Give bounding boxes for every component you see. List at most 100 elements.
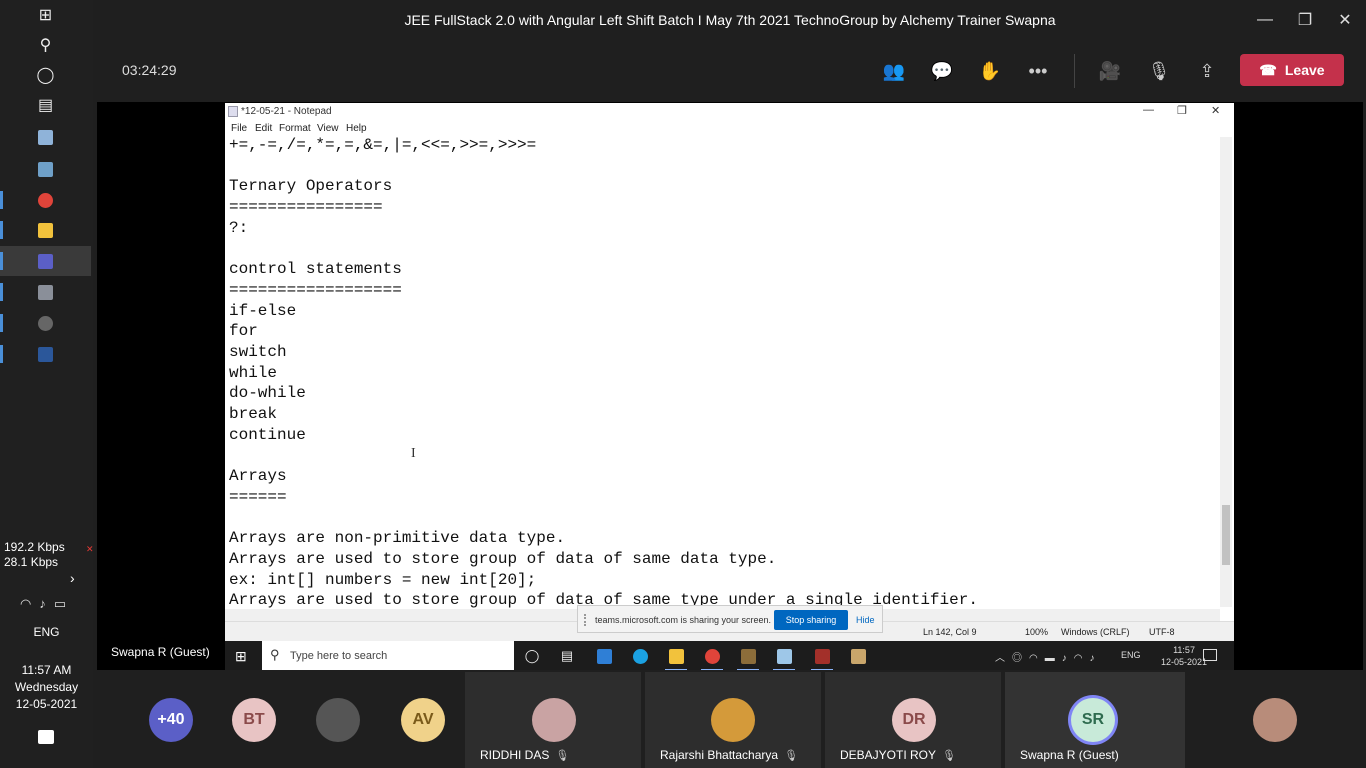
close-icon[interactable]: ✕ xyxy=(86,542,94,557)
leave-button[interactable]: ☎ Leave xyxy=(1240,54,1344,86)
avatar: DR xyxy=(892,698,936,742)
stop-sharing-button[interactable]: Stop sharing xyxy=(774,610,848,630)
app-icon[interactable] xyxy=(737,647,759,670)
title-bar: JEE FullStack 2.0 with Angular Left Shif… xyxy=(94,0,1366,40)
settings-app-icon[interactable] xyxy=(0,277,91,307)
avatar: BT xyxy=(232,698,276,742)
toolbar-divider xyxy=(1074,54,1075,88)
text-line: ?: xyxy=(229,218,249,237)
teams-app-icon[interactable] xyxy=(0,246,91,276)
edge-icon[interactable] xyxy=(631,647,649,665)
cortana-icon[interactable]: ◯ xyxy=(0,60,91,90)
drag-handle-icon[interactable] xyxy=(584,614,590,626)
search-placeholder: Type here to search xyxy=(290,650,388,662)
presenter-name: Swapna R (Guest) xyxy=(111,645,210,659)
text-line xyxy=(229,156,1219,177)
encoding: UTF-8 xyxy=(1149,627,1175,637)
mic-off-icon[interactable]: 🎙 xyxy=(1146,58,1172,84)
text-line: ex: int[] numbers = new int[20]; xyxy=(229,570,537,589)
cursor-position: Ln 142, Col 9 xyxy=(923,627,977,637)
avatar: SR xyxy=(1071,698,1115,742)
close-window-icon[interactable]: ✕ xyxy=(1330,8,1360,32)
notification-icon[interactable] xyxy=(1203,649,1217,661)
vertical-scrollbar[interactable] xyxy=(1220,137,1232,607)
search-icon[interactable]: ⚲ xyxy=(0,30,91,60)
task-view-icon[interactable]: ▤ xyxy=(558,647,576,665)
archive-app-icon[interactable] xyxy=(811,647,833,670)
language-indicator[interactable]: ENG xyxy=(1121,650,1141,660)
chevron-right-icon[interactable]: › xyxy=(70,570,75,586)
hide-button[interactable]: Hide xyxy=(856,615,875,625)
menu-help[interactable]: Help xyxy=(346,123,367,134)
system-clock[interactable]: 11:57 12-05-2021 xyxy=(1161,644,1207,668)
file-explorer-icon[interactable] xyxy=(665,647,687,670)
app-icon[interactable] xyxy=(0,308,91,338)
minimize-icon[interactable]: — xyxy=(1143,104,1154,116)
shared-taskbar: ⊞ ⚲ Type here to search ◯ ▤ ︿◎◠▬♪◠♪ ENG … xyxy=(225,641,1234,670)
more-actions-icon[interactable]: ••• xyxy=(1025,58,1051,84)
mic-muted-icon: 🎙 xyxy=(942,750,956,762)
participant-tile[interactable]: RIDDHI DAS 🎙 xyxy=(465,672,641,768)
windows-start-icon[interactable]: ⊞ xyxy=(235,648,247,665)
left-taskbar: ⊞ ⚲ ◯ ▤ 192.2 Kbps 28.1 Kbps ✕ › ◠♪▭ ENG… xyxy=(0,0,94,768)
chat-icon[interactable]: 💬 xyxy=(929,58,955,84)
avatar: +40 xyxy=(149,698,193,742)
phone-icon: ☎ xyxy=(1259,61,1277,78)
menu-edit[interactable]: Edit xyxy=(255,123,272,134)
window-title: JEE FullStack 2.0 with Angular Left Shif… xyxy=(404,12,1056,28)
text-line: for xyxy=(229,322,258,341)
notepad-title: *12-05-21 - Notepad xyxy=(241,106,332,117)
language-indicator[interactable]: ENG xyxy=(0,625,93,639)
text-line: switch xyxy=(229,343,287,362)
camera-app-icon[interactable] xyxy=(0,122,91,152)
notification-icon[interactable] xyxy=(38,730,54,744)
cortana-icon[interactable]: ◯ xyxy=(523,647,541,665)
maximize-icon[interactable]: ❐ xyxy=(1177,104,1187,117)
share-screen-icon[interactable]: ⇪ xyxy=(1194,58,1220,84)
participant-name: RIDDHI DAS 🎙 xyxy=(480,748,570,762)
participant-tile[interactable] xyxy=(1249,672,1329,768)
camera-off-icon[interactable]: 🎥 xyxy=(1097,58,1123,84)
participant-tile[interactable]: BT xyxy=(229,672,309,768)
text-line: ================== xyxy=(229,280,402,299)
meeting-timer: 03:24:29 xyxy=(122,62,177,78)
system-clock[interactable]: 11:57 AM Wednesday 12-05-2021 xyxy=(0,662,93,713)
notepad-text-area[interactable]: +=,-=,/=,*=,=,&=,|=,<<=,>>=,>>>= Ternary… xyxy=(229,135,1219,611)
avatar xyxy=(711,698,755,742)
menu-format[interactable]: Format xyxy=(279,123,311,134)
minimize-icon[interactable]: — xyxy=(1250,8,1280,32)
maximize-icon[interactable]: ❐ xyxy=(1290,8,1320,32)
participant-tile[interactable] xyxy=(312,672,392,768)
system-tray-icons[interactable]: ◠♪▭ xyxy=(20,596,74,612)
participant-name: Swapna R (Guest) xyxy=(1020,748,1119,762)
chrome-icon[interactable] xyxy=(701,647,723,670)
task-view-icon[interactable]: ▤ xyxy=(0,90,91,120)
mail-icon[interactable] xyxy=(595,647,613,665)
raise-hand-icon[interactable]: ✋ xyxy=(977,58,1003,84)
participant-name: DEBAJYOTI ROY 🎙 xyxy=(840,748,956,762)
taskbar-search[interactable]: ⚲ Type here to search xyxy=(262,641,514,670)
participant-overflow[interactable]: +40 xyxy=(144,672,224,768)
app-icon[interactable] xyxy=(849,647,867,665)
menu-view[interactable]: View xyxy=(317,123,339,134)
participant-tile[interactable]: AV xyxy=(396,672,476,768)
word-icon[interactable] xyxy=(0,339,91,369)
photos-app-icon[interactable] xyxy=(0,154,91,184)
upload-speed: 28.1 Kbps xyxy=(4,555,59,569)
close-icon[interactable]: ✕ xyxy=(1211,104,1220,117)
menu-file[interactable]: File xyxy=(231,123,247,134)
windows-start-icon[interactable]: ⊞ xyxy=(0,0,91,30)
system-tray-icons[interactable]: ︿◎◠▬♪◠♪ xyxy=(995,649,1101,664)
notepad-taskbar-icon[interactable] xyxy=(773,647,795,670)
participant-tile[interactable]: DR DEBAJYOTI ROY 🎙 xyxy=(825,672,1001,768)
search-icon: ⚲ xyxy=(270,647,280,662)
participant-name: Rajarshi Bhattacharya 🎙 xyxy=(660,748,799,762)
zoom-level: 100% xyxy=(1025,627,1049,637)
participant-tile[interactable]: Rajarshi Bhattacharya 🎙 xyxy=(645,672,821,768)
participants-icon[interactable]: 👥 xyxy=(881,58,907,84)
participant-tile-active[interactable]: SR Swapna R (Guest) xyxy=(1005,672,1185,768)
file-explorer-icon[interactable] xyxy=(0,215,91,245)
scrollbar-thumb[interactable] xyxy=(1222,505,1230,565)
mic-muted-icon: 🎙 xyxy=(784,750,799,762)
chrome-icon[interactable] xyxy=(0,185,91,215)
